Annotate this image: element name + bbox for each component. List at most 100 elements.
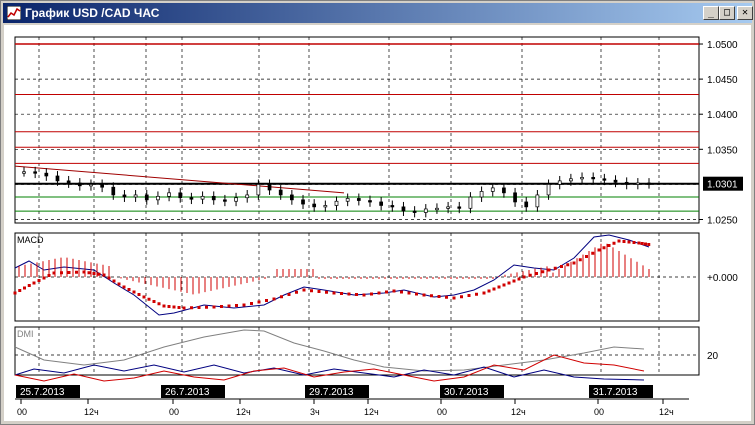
price-scale-label: 1.0250 bbox=[707, 215, 738, 226]
candle-body bbox=[412, 210, 417, 213]
chart-area[interactable]: 1.0500 1.0450 1.0400 1.0350 1.0301 1.0250 MACD… bbox=[4, 25, 751, 421]
price-scale-label: 1.0350 bbox=[707, 145, 738, 156]
candle-body bbox=[223, 199, 227, 202]
macd-signal-dot bbox=[644, 242, 647, 246]
date-label: 30.7.2013 bbox=[444, 387, 489, 398]
macd-signal-dot bbox=[452, 296, 456, 300]
macd-signal-dot bbox=[13, 291, 17, 295]
macd-signal-dot bbox=[75, 270, 78, 274]
macd-signal-dot bbox=[482, 291, 486, 295]
maximize-button[interactable]: □ bbox=[719, 6, 735, 20]
macd-signal-dot bbox=[560, 265, 563, 268]
macd-signal-dot bbox=[310, 289, 313, 293]
candle-body bbox=[178, 192, 183, 199]
macd-signal-dot bbox=[502, 283, 506, 287]
macd-signal-dot bbox=[460, 295, 463, 299]
chart-app-icon bbox=[7, 6, 21, 20]
date-label: 29.7.2013 bbox=[309, 387, 354, 398]
candle-body bbox=[167, 192, 171, 197]
candle-body bbox=[111, 186, 116, 196]
macd-signal-dot bbox=[572, 261, 576, 265]
price-scale-label: 1.0500 bbox=[707, 40, 738, 51]
macd-signal-dot bbox=[632, 241, 636, 244]
candle-body bbox=[535, 194, 540, 208]
chart-canvas[interactable]: 1.0500 1.0450 1.0400 1.0350 1.0301 1.0250 MACD… bbox=[4, 25, 751, 421]
macd-signal-dot bbox=[622, 240, 626, 243]
macd-signal-dot bbox=[407, 291, 411, 295]
chart-window: График USD /CAD ЧАС _ □ ✕ 1.0500 1.0450 1.… bbox=[0, 0, 755, 425]
macd-signal-dot bbox=[392, 289, 396, 293]
candle-body bbox=[290, 194, 294, 201]
window-title: График USD /CAD ЧАС bbox=[25, 6, 160, 20]
candle-body bbox=[234, 197, 238, 202]
candle-body bbox=[334, 200, 339, 206]
macd-signal-dot bbox=[152, 300, 156, 303]
candle-body bbox=[446, 206, 450, 209]
candle-body bbox=[423, 208, 428, 213]
macd-signal-dot bbox=[23, 286, 26, 290]
candle-body bbox=[89, 184, 93, 187]
candle-body bbox=[323, 205, 328, 208]
macd-signal-dot bbox=[607, 244, 611, 247]
macd-signal-dot bbox=[172, 305, 176, 309]
macd-signal-dot bbox=[517, 277, 521, 281]
dmi-adx-line bbox=[14, 329, 645, 372]
candle-body bbox=[356, 198, 361, 201]
minimize-button[interactable]: _ bbox=[703, 6, 719, 20]
macd-signal-dot bbox=[190, 306, 193, 310]
candle-body bbox=[278, 189, 283, 196]
macd-signal-dot bbox=[142, 295, 146, 299]
candle-body bbox=[580, 177, 584, 180]
candle-body bbox=[479, 191, 484, 198]
macd-signal-dot bbox=[67, 271, 71, 274]
date-label: 31.7.2013 bbox=[593, 387, 638, 398]
candle-body bbox=[256, 184, 261, 196]
macd-signal-dot bbox=[627, 240, 631, 244]
macd-signal-dot bbox=[487, 289, 491, 293]
macd-signal-dot bbox=[295, 290, 298, 294]
candle-body bbox=[100, 184, 104, 188]
macd-signal-dot bbox=[415, 292, 418, 296]
macd-signal-dot bbox=[340, 292, 343, 295]
macd-signal-dot bbox=[332, 291, 336, 295]
hour-tick-label: 00 bbox=[594, 407, 604, 417]
title-bar[interactable]: График USD /CAD ЧАС _ □ ✕ bbox=[3, 3, 753, 23]
hour-tick-label: 12ч bbox=[236, 407, 251, 417]
candle-body bbox=[468, 196, 473, 209]
candle-body bbox=[200, 195, 205, 200]
macd-signal-dot bbox=[205, 305, 208, 309]
hour-tick-label: 3ч bbox=[310, 407, 320, 417]
candle-body bbox=[133, 194, 138, 198]
current-price-label: 1.0301 bbox=[707, 180, 738, 191]
macd-signal-dot bbox=[117, 282, 121, 286]
macd-signal-dot bbox=[157, 302, 161, 306]
macd-signal-dot bbox=[553, 266, 557, 270]
hour-tick-label: 12ч bbox=[84, 407, 99, 417]
macd-signal-dot bbox=[597, 248, 601, 252]
macd-signal-dot bbox=[497, 285, 501, 289]
macd-signal-dot bbox=[467, 294, 471, 297]
macd-signal-dot bbox=[422, 293, 426, 297]
macd-signal-dot bbox=[492, 287, 496, 291]
macd-signal-dot bbox=[647, 243, 651, 246]
macd-signal-dot bbox=[547, 268, 551, 272]
candle-body bbox=[390, 205, 395, 208]
macd-signal-dot bbox=[370, 292, 373, 296]
hour-tick-label: 12ч bbox=[659, 407, 674, 417]
close-button[interactable]: ✕ bbox=[737, 6, 753, 20]
macd-signal-dot bbox=[347, 292, 351, 296]
candle-body bbox=[66, 180, 71, 184]
candle-body bbox=[122, 194, 127, 198]
candle-body bbox=[312, 203, 317, 208]
macd-signal-dot bbox=[566, 263, 570, 267]
candle-body bbox=[55, 175, 60, 182]
macd-signal-dot bbox=[18, 289, 22, 292]
macd-signal-dot bbox=[97, 272, 101, 276]
macd-signal-dot bbox=[272, 297, 276, 301]
macd-signal-dot bbox=[640, 242, 644, 245]
macd-signal-dot bbox=[27, 284, 31, 287]
candle-body bbox=[613, 179, 618, 183]
macd-signal-dot bbox=[512, 279, 516, 283]
macd-signal-dot bbox=[507, 281, 511, 285]
macd-signal-dot bbox=[182, 306, 186, 310]
